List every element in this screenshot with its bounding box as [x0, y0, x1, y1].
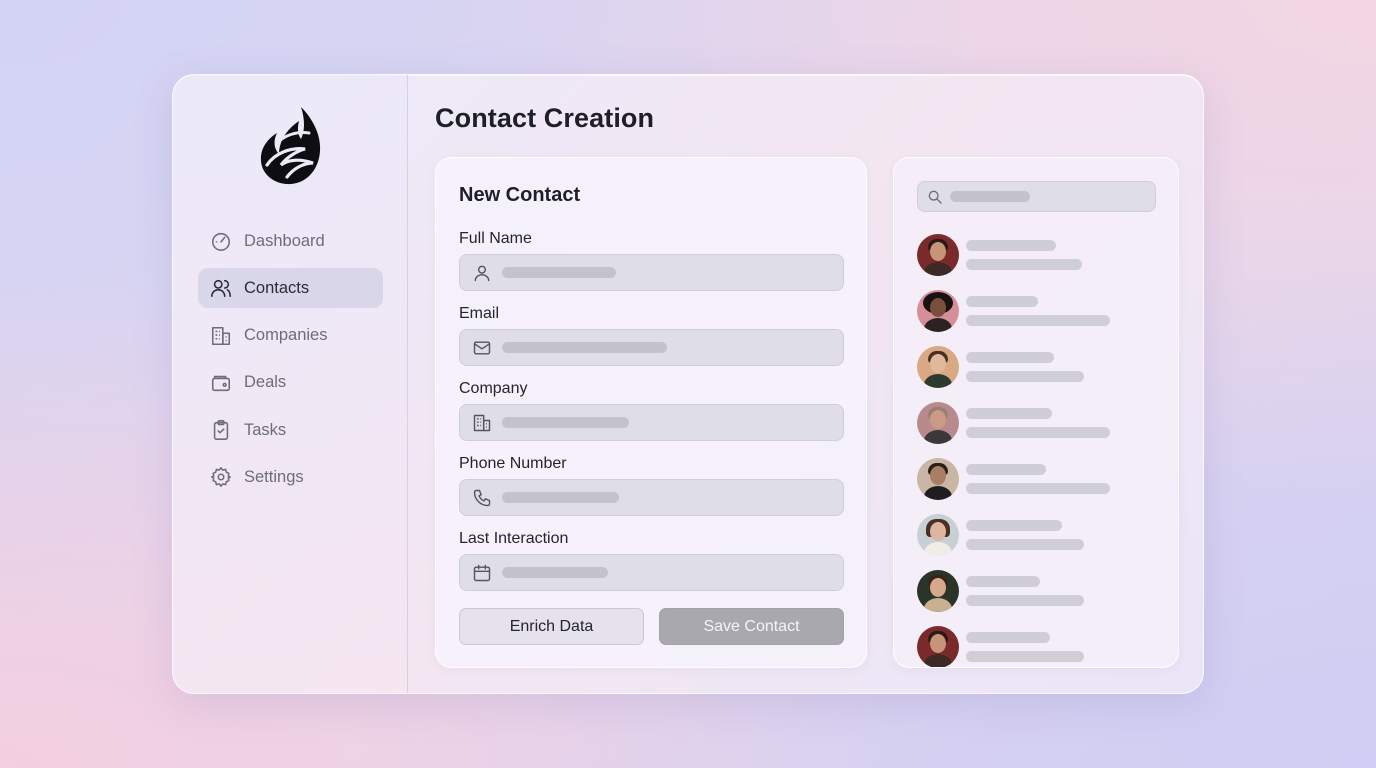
sidebar-item-contacts[interactable]: Contacts	[198, 268, 383, 309]
placeholder-bar	[502, 417, 629, 428]
users-icon	[211, 280, 231, 298]
avatar	[917, 234, 959, 276]
avatar	[917, 570, 959, 612]
calendar-icon	[473, 564, 491, 581]
sidebar-item-dashboard[interactable]: Dashboard	[198, 221, 383, 261]
sidebar-item-tasks[interactable]: Tasks	[198, 410, 383, 450]
list-item[interactable]	[917, 626, 1157, 667]
user-icon	[474, 265, 490, 281]
gear-icon	[211, 467, 231, 488]
placeholder-bar	[502, 492, 619, 503]
list-item[interactable]	[917, 514, 1157, 556]
sidebar: Dashboard Contacts Companies Deals Tasks…	[173, 75, 408, 693]
company-field: Company	[459, 380, 844, 441]
placeholder-bar	[502, 267, 616, 278]
sidebar-item-label: Companies	[244, 326, 328, 345]
phone-number-input[interactable]	[459, 479, 844, 516]
list-item[interactable]	[917, 458, 1157, 500]
list-item[interactable]	[917, 402, 1157, 444]
sidebar-item-settings[interactable]: Settings	[198, 457, 383, 497]
placeholder-bar	[502, 342, 667, 353]
enrich-data-button[interactable]: Enrich Data	[459, 608, 644, 645]
avatar	[917, 458, 959, 500]
contacts-list-panel	[893, 157, 1179, 668]
flame-logo-icon	[260, 107, 321, 185]
list-item[interactable]	[917, 346, 1157, 388]
list-item[interactable]	[917, 234, 1157, 276]
search-icon	[928, 190, 942, 204]
list-item[interactable]	[917, 290, 1157, 332]
company-input[interactable]	[459, 404, 844, 441]
field-label: Last Interaction	[459, 530, 569, 547]
field-label: Company	[459, 380, 528, 397]
save-contact-button[interactable]: Save Contact	[659, 608, 844, 645]
full-name-input[interactable]	[459, 254, 844, 291]
avatar	[917, 290, 959, 332]
clipboard-check-icon	[213, 420, 229, 441]
placeholder-bar	[502, 567, 608, 578]
sidebar-item-label: Tasks	[244, 420, 287, 439]
email-field: Email	[459, 305, 844, 366]
form-title: New Contact	[459, 184, 581, 206]
sidebar-item-label: Settings	[244, 467, 304, 486]
field-label: Full Name	[459, 230, 532, 247]
avatar	[917, 346, 959, 388]
app-window: Dashboard Contacts Companies Deals Tasks…	[172, 74, 1204, 694]
sidebar-item-deals[interactable]: Deals	[198, 363, 383, 403]
sidebar-item-label: Dashboard	[244, 231, 325, 250]
full-name-field: Full Name	[459, 230, 844, 291]
mail-icon	[473, 340, 491, 355]
sidebar-item-label: Contacts	[244, 278, 310, 297]
email-input[interactable]	[459, 329, 844, 366]
phone-number-field: Phone Number	[459, 455, 844, 516]
page-title: Contact Creation	[435, 103, 655, 133]
new-contact-form: New Contact Full Name Email Company Phon…	[435, 157, 867, 668]
avatar	[917, 626, 959, 667]
last-interaction-input[interactable]	[459, 554, 844, 591]
field-label: Email	[459, 305, 500, 322]
wallet-icon	[211, 375, 231, 392]
sidebar-item-label: Deals	[244, 373, 287, 392]
sidebar-item-companies[interactable]: Companies	[198, 316, 383, 356]
search-input[interactable]	[917, 181, 1156, 212]
list-item[interactable]	[917, 570, 1157, 612]
avatar	[917, 402, 959, 444]
phone-icon	[473, 489, 491, 506]
gauge-icon	[211, 232, 231, 251]
building-icon	[211, 326, 231, 345]
building-icon	[473, 414, 491, 431]
last-interaction-field: Last Interaction	[459, 530, 844, 591]
sidebar-nav: Dashboard Contacts Companies Deals Tasks…	[198, 221, 383, 505]
placeholder-bar	[950, 191, 1030, 202]
avatar	[917, 514, 959, 556]
field-label: Phone Number	[459, 455, 567, 472]
